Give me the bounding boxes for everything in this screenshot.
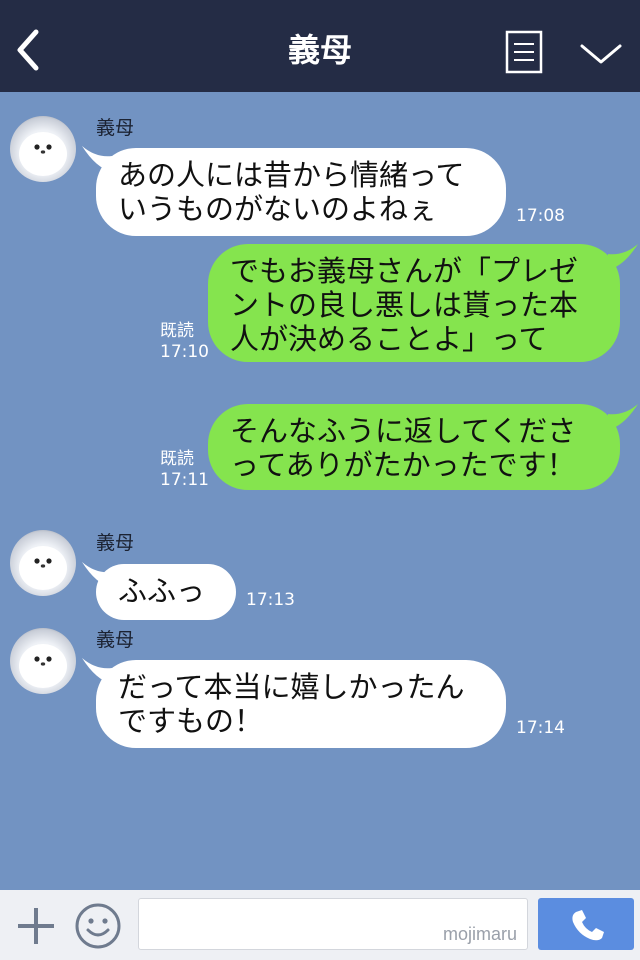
message-bubble[interactable]: ふふっ: [96, 564, 236, 620]
message-bubble[interactable]: でもお義母さんが「プレゼ ントの良し悪しは貰った本 人が決めることよ」って: [208, 244, 620, 362]
smiley-icon: [75, 903, 121, 949]
message-time: 17:11: [160, 470, 209, 490]
sender-name: 義母: [96, 629, 135, 651]
message-time: 17:14: [516, 718, 565, 738]
bird-icon: [19, 132, 67, 176]
back-button[interactable]: [10, 26, 50, 74]
avatar[interactable]: [10, 530, 76, 596]
add-button[interactable]: [14, 904, 58, 948]
emoji-button[interactable]: [74, 902, 122, 950]
message-time: 17:08: [516, 206, 565, 226]
bird-icon: [19, 644, 67, 688]
read-status: 既読: [160, 449, 194, 469]
message-composer: mojimaru: [0, 890, 640, 960]
chat-header: 義母: [0, 0, 640, 92]
chat-title: 義母: [287, 31, 352, 69]
message-time: 17:13: [246, 590, 295, 610]
bird-icon: [19, 546, 67, 590]
chevron-down-icon: [580, 44, 622, 64]
notes-icon: [505, 30, 543, 74]
call-button[interactable]: [538, 898, 634, 950]
read-status: 既読: [160, 321, 194, 341]
message-bubble[interactable]: あの人には昔から情緒って いうものがないのよねぇ: [96, 148, 506, 236]
chevron-left-icon: [17, 29, 39, 71]
message-bubble[interactable]: そんなふうに返してくださ ってありがたかったです！: [208, 404, 620, 490]
phone-icon: [572, 910, 604, 941]
sender-name: 義母: [96, 532, 135, 554]
message-input[interactable]: mojimaru: [138, 898, 528, 950]
avatar[interactable]: [10, 628, 76, 694]
plus-icon: [18, 908, 54, 944]
notes-button[interactable]: [504, 30, 544, 74]
menu-button[interactable]: [578, 36, 624, 72]
message-bubble[interactable]: だって本当に嬉しかったん ですもの！: [96, 660, 506, 748]
watermark: mojimaru: [442, 924, 517, 944]
message-time: 17:10: [160, 342, 209, 362]
sender-name: 義母: [96, 117, 135, 139]
avatar[interactable]: [10, 116, 76, 182]
